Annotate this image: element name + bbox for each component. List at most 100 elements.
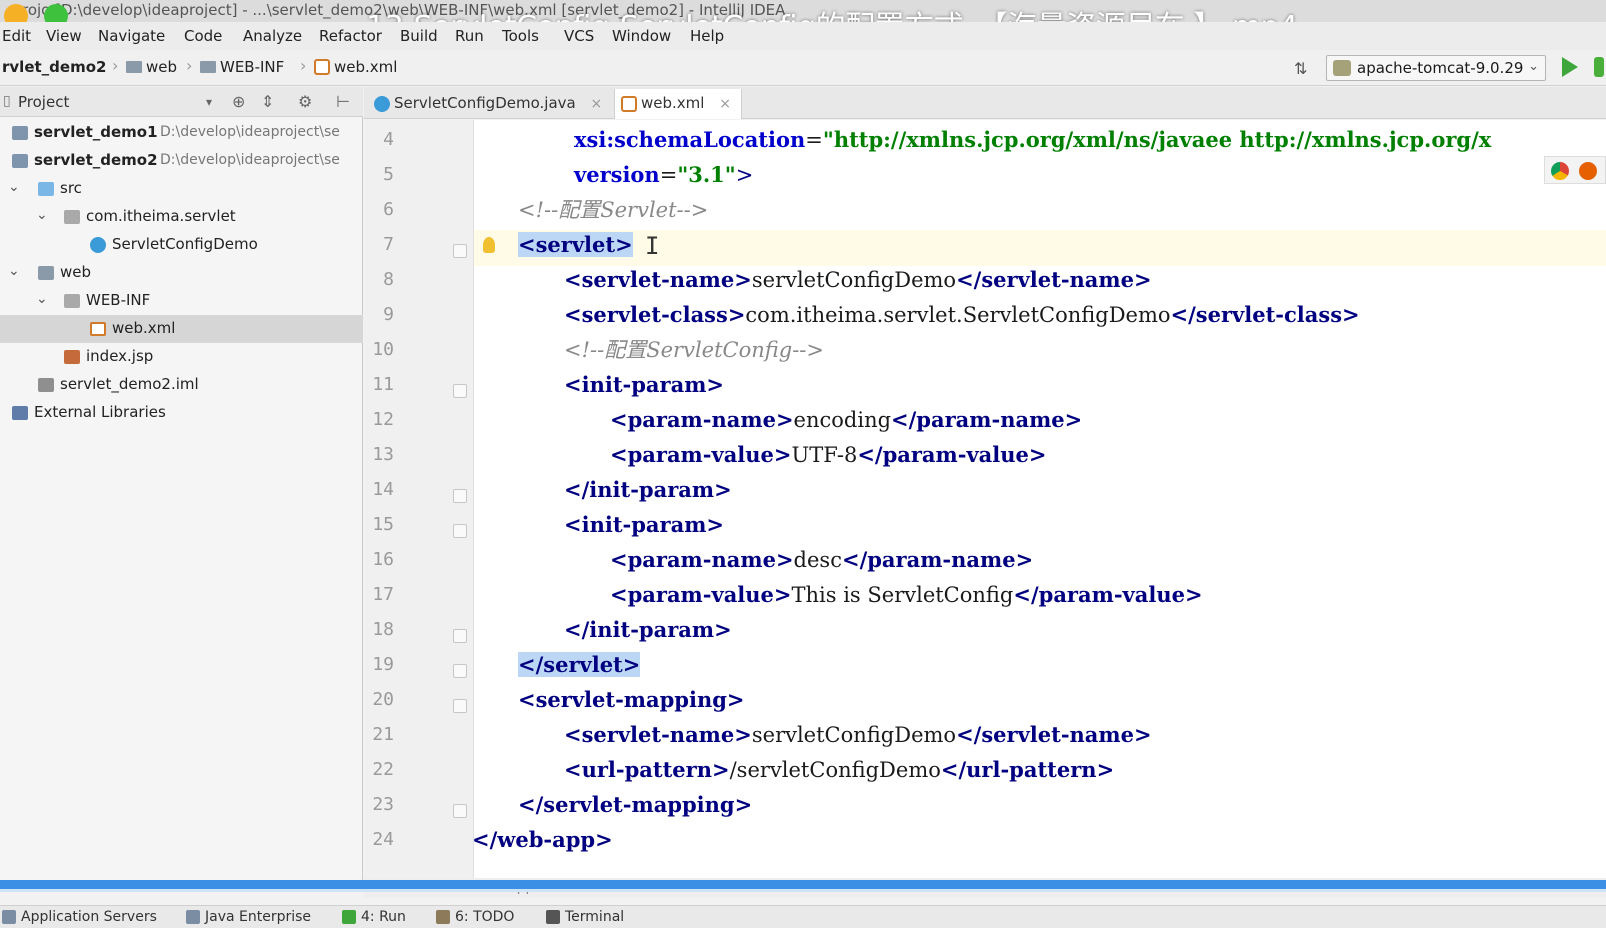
tab-web-xml[interactable]: web.xml × bbox=[614, 89, 742, 119]
xml-text: UTF-8 bbox=[791, 443, 858, 467]
line-number: 6 bbox=[383, 199, 394, 220]
xml-file-icon bbox=[314, 59, 330, 75]
tree-item-web[interactable]: ⌄ web bbox=[0, 259, 363, 287]
project-panel: ▯ Project ▾ ⊕ ⇕ ⚙ ⊢ servlet_demo1 D:\dev… bbox=[0, 87, 363, 882]
tool-window-bar: Application Servers Java Enterprise 4: R… bbox=[0, 905, 1606, 928]
tree-item-package[interactable]: ⌄ com.itheima.servlet bbox=[0, 203, 363, 231]
chrome-icon[interactable] bbox=[1551, 162, 1569, 180]
locate-icon[interactable]: ⊕ bbox=[232, 92, 245, 111]
chevron-down-icon[interactable]: ▾ bbox=[206, 95, 212, 109]
fold-marker[interactable] bbox=[453, 524, 467, 538]
xml-comment: <!--配置Servlet--> bbox=[518, 198, 709, 222]
code-line-13: <param-value>UTF-8</param-value> bbox=[610, 437, 1047, 473]
server-icon bbox=[2, 910, 16, 924]
crumb-web-inf-label: WEB-INF bbox=[220, 58, 285, 76]
menu-view[interactable]: View bbox=[46, 27, 82, 45]
tree-item-web-inf[interactable]: ⌄ WEB-INF bbox=[0, 287, 363, 315]
chevron-down-icon[interactable]: ⌄ bbox=[36, 207, 48, 223]
line-number: 17 bbox=[372, 584, 394, 605]
menu-run[interactable]: Run bbox=[455, 27, 484, 45]
crumb-web-xml[interactable]: web.xml bbox=[314, 58, 397, 76]
tree-item-iml[interactable]: servlet_demo2.iml bbox=[0, 371, 363, 399]
project-panel-title[interactable]: Project bbox=[18, 93, 69, 111]
close-icon[interactable]: × bbox=[590, 96, 602, 112]
xml-text: /servletConfigDemo bbox=[729, 758, 941, 782]
line-number: 20 bbox=[372, 689, 394, 710]
fold-marker[interactable] bbox=[453, 244, 467, 258]
minimize-button[interactable] bbox=[4, 4, 28, 22]
tree-item-path: D:\develop\ideaproject\se bbox=[160, 124, 340, 140]
crumb-module[interactable]: rvlet_demo2 bbox=[2, 58, 106, 76]
tool-todo[interactable]: 6: TODO bbox=[436, 909, 514, 925]
menu-vcs[interactable]: VCS bbox=[564, 27, 594, 45]
close-icon[interactable]: × bbox=[719, 96, 731, 112]
run-configuration-select[interactable]: apache-tomcat-9.0.29 ⌄ bbox=[1326, 55, 1546, 81]
fold-marker[interactable] bbox=[453, 384, 467, 398]
xml-tag: </param-value> bbox=[857, 442, 1047, 467]
menu-window[interactable]: Window bbox=[612, 27, 671, 45]
menu-analyze[interactable]: Analyze bbox=[243, 27, 302, 45]
fold-marker[interactable] bbox=[453, 699, 467, 713]
menu-edit[interactable]: Edit bbox=[2, 27, 31, 45]
tool-label: Terminal bbox=[565, 909, 625, 925]
sort-icon[interactable]: ⇅ bbox=[1294, 59, 1307, 78]
maximize-button[interactable] bbox=[44, 4, 68, 22]
xml-tag: </servlet-name> bbox=[956, 722, 1152, 747]
chevron-down-icon[interactable]: ⌄ bbox=[36, 291, 48, 307]
code-line-24: </web-app> bbox=[472, 822, 613, 858]
code-line-15: <init-param> bbox=[564, 507, 724, 543]
fold-marker[interactable] bbox=[453, 664, 467, 678]
project-icon: ▯ bbox=[3, 93, 11, 109]
xml-tag-highlighted: </servlet> bbox=[518, 652, 641, 677]
tree-item-index-jsp[interactable]: index.jsp bbox=[0, 343, 363, 371]
crumb-web-inf[interactable]: WEB-INF bbox=[200, 58, 284, 76]
xml-tag: </param-name> bbox=[841, 547, 1034, 572]
line-number: 14 bbox=[372, 479, 394, 500]
crumb-web[interactable]: web bbox=[126, 58, 177, 76]
tab-servletconfigdemo-java[interactable]: ServletConfigDemo.java × bbox=[368, 89, 612, 119]
tool-label: 6: TODO bbox=[455, 909, 515, 925]
fold-marker[interactable] bbox=[453, 804, 467, 818]
run-button[interactable] bbox=[1562, 57, 1578, 77]
tree-item-external-libraries[interactable]: External Libraries bbox=[0, 399, 363, 427]
tool-application-servers[interactable]: Application Servers bbox=[2, 909, 157, 925]
menu-tools[interactable]: Tools bbox=[502, 27, 539, 45]
crumb-module-label: rvlet_demo2 bbox=[2, 58, 107, 76]
xml-tag: </web-app> bbox=[472, 827, 613, 852]
tree-item-src[interactable]: ⌄ src bbox=[0, 175, 363, 203]
debug-button[interactable] bbox=[1594, 57, 1604, 77]
xml-text: encoding bbox=[793, 408, 892, 432]
menu-navigate[interactable]: Navigate bbox=[98, 27, 165, 45]
xml-text: servletConfigDemo bbox=[751, 723, 957, 747]
xml-tag: </servlet-name> bbox=[956, 267, 1152, 292]
firefox-icon[interactable] bbox=[1579, 162, 1597, 180]
menu-build[interactable]: Build bbox=[400, 27, 438, 45]
line-number: 23 bbox=[372, 794, 394, 815]
tree-item-servletconfigdemo[interactable]: ServletConfigDemo bbox=[0, 231, 363, 259]
line-number: 5 bbox=[383, 164, 394, 185]
tree-item-web-xml[interactable]: web.xml bbox=[0, 315, 363, 343]
intention-bulb-icon[interactable] bbox=[483, 237, 495, 253]
xml-text: This is ServletConfig bbox=[791, 583, 1014, 607]
code-editor[interactable]: 4 5 6 7 8 9 10 11 12 13 14 15 16 17 18 1… bbox=[364, 120, 1606, 878]
fold-marker[interactable] bbox=[453, 489, 467, 503]
collapse-all-icon[interactable]: ⇕ bbox=[261, 92, 274, 111]
xml-tag: </param-name> bbox=[891, 407, 1083, 432]
menu-refactor[interactable]: Refactor bbox=[319, 27, 382, 45]
hide-panel-icon[interactable]: ⊢ bbox=[336, 92, 350, 111]
tree-item-servlet-demo2[interactable]: servlet_demo2 D:\develop\ideaproject\se bbox=[0, 147, 363, 175]
menu-code[interactable]: Code bbox=[184, 27, 222, 45]
tree-item-servlet-demo1[interactable]: servlet_demo1 D:\develop\ideaproject\se bbox=[0, 119, 363, 147]
chevron-down-icon[interactable]: ⌄ bbox=[8, 263, 20, 279]
xml-text: com.itheima.servlet.ServletConfigDemo bbox=[745, 303, 1171, 327]
menu-help[interactable]: Help bbox=[690, 27, 724, 45]
line-number: 21 bbox=[372, 724, 394, 745]
tool-java-enterprise[interactable]: Java Enterprise bbox=[186, 909, 311, 925]
tool-run[interactable]: 4: Run bbox=[342, 909, 406, 925]
chevron-down-icon[interactable]: ⌄ bbox=[8, 179, 20, 195]
tool-terminal[interactable]: Terminal bbox=[546, 909, 624, 925]
fold-marker[interactable] bbox=[453, 629, 467, 643]
gear-icon[interactable]: ⚙ bbox=[298, 92, 312, 111]
source-folder-icon bbox=[38, 182, 54, 196]
xml-tag: <servlet-class> bbox=[564, 302, 746, 327]
